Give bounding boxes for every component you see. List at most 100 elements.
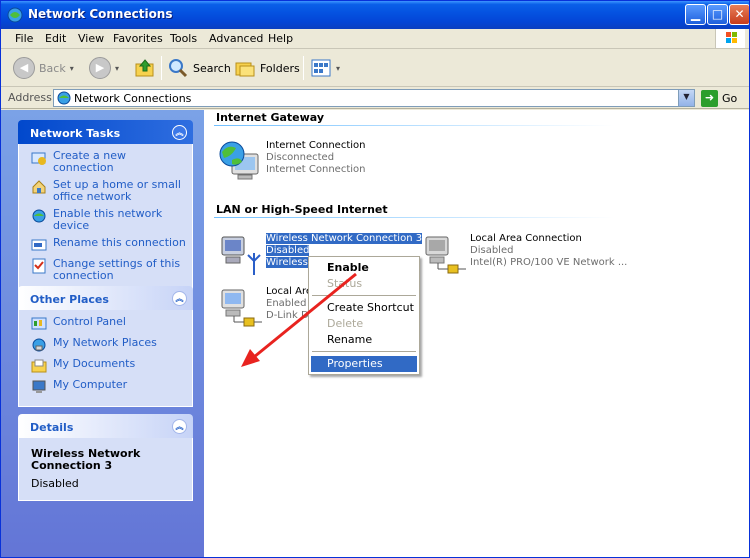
lan-connection-icon [425,236,466,274]
close-icon: ✕ [734,7,745,21]
up-folder-icon [135,59,154,77]
collapse-icon[interactable]: ︽ [172,125,187,140]
control-panel-icon [31,317,47,330]
close-button[interactable]: ✕ [729,4,749,25]
window-title: Network Connections [28,7,173,21]
task-enable-device[interactable]: Enable this network device [31,208,186,232]
toolbar: ◀ Back ▾ ▶ ▾ Search Folders ▾ [1,50,749,87]
connections-view: Internet Gateway Internet Connection Dis… [204,110,749,557]
internet-gateway-icon [219,141,259,180]
details-body: Wireless Network Connection 3 Disabled [18,438,193,501]
network-tasks-panel: Network Tasks ︽ Create a new connection [18,120,193,294]
back-arrow-icon: ◀ [13,57,35,79]
network-globe-icon [57,91,71,105]
place-my-computer[interactable]: My Computer [31,379,186,395]
search-label: Search [193,61,231,75]
details-header[interactable]: Details ︽ [18,414,193,438]
settings-checklist-icon [32,258,46,274]
connection-local-area-2[interactable]: Local Are Enabled D-Link DF [218,286,314,330]
windows-logo [715,29,745,48]
details-connection-status: Disabled [31,477,79,490]
task-home-network[interactable]: Set up a home or small office network [31,179,186,203]
back-button[interactable]: ◀ Back ▾ [13,54,74,82]
folders-button[interactable]: Folders [234,54,300,82]
address-input[interactable]: Network Connections ▼ [53,89,695,107]
title-bar[interactable]: Network Connections ▁ □ ✕ [1,1,749,29]
ctx-create-shortcut[interactable]: Create Shortcut [311,300,417,316]
connection-internet[interactable]: Internet Connection Disconnected Interne… [218,140,365,184]
views-button[interactable]: ▾ [310,54,340,82]
network-connections-icon [7,7,23,23]
connection-local-area[interactable]: Local Area Connection Disabled Intel(R) … [422,233,627,277]
menu-file[interactable]: File [11,31,37,46]
address-value: Network Connections [74,92,192,105]
context-menu: Enable Status Create Shortcut Delete Ren… [308,256,420,375]
go-button[interactable]: ➜ Go [701,89,737,107]
chevron-down-icon: ▾ [69,63,74,73]
up-folder-button[interactable] [134,54,156,82]
wireless-connection-icon [221,236,261,275]
forward-button[interactable]: ▶ ▾ [89,54,119,82]
menu-tools[interactable]: Tools [166,31,201,46]
menu-favorites[interactable]: Favorites [109,31,167,46]
task-change-settings[interactable]: Change settings of this connection [31,258,186,282]
address-label: Address [8,91,52,104]
menu-advanced[interactable]: Advanced [205,31,267,46]
details-connection-name: Wireless Network Connection 3 [31,447,141,472]
address-bar: Address Network Connections ▼ ➜ Go [1,87,749,109]
ctx-enable[interactable]: Enable [311,260,417,276]
lan-connection-enabled-icon [221,289,262,327]
chevron-down-icon: ▼ [683,92,690,101]
collapse-icon[interactable]: ︽ [172,291,187,306]
network-tasks-header[interactable]: Network Tasks ︽ [18,120,193,144]
place-my-network-places[interactable]: My Network Places [31,337,186,353]
views-icon [311,59,331,77]
menu-view[interactable]: View [74,31,108,46]
search-button[interactable]: Search [167,54,231,82]
documents-folder-icon [31,359,47,373]
chevron-down-icon: ▾ [115,63,120,73]
menu-help[interactable]: Help [264,31,297,46]
home-network-icon [32,180,46,194]
computer-icon [32,380,46,393]
rename-icon [31,239,47,251]
other-places-header[interactable]: Other Places ︽ [18,286,193,310]
address-dropdown-button[interactable]: ▼ [678,90,694,106]
ctx-rename[interactable]: Rename [311,332,417,348]
back-label: Back [39,61,66,75]
other-places-panel: Other Places ︽ Control Panel My Network … [18,286,193,407]
connection-internet-text: Internet Connection Disconnected Interne… [266,140,366,175]
ctx-properties[interactable]: Properties [311,356,417,372]
minimize-icon: ▁ [690,7,701,21]
new-connection-icon [31,152,46,165]
other-places-body: Control Panel My Network Places My Docum… [18,310,193,407]
go-label: Go [722,91,738,105]
task-rename-connection[interactable]: Rename this connection [31,237,186,253]
connection-local-area-text: Local Area Connection Disabled Intel(R) … [470,233,628,268]
ctx-delete: Delete [327,317,364,330]
chevron-down-icon: ▾ [336,63,341,73]
menu-edit[interactable]: Edit [41,31,70,46]
folders-label: Folders [260,61,300,75]
maximize-button[interactable]: □ [707,4,728,25]
folders-icon [235,62,255,77]
other-places-title: Other Places [30,293,109,306]
place-control-panel[interactable]: Control Panel [31,316,186,332]
go-arrow-icon: ➜ [701,89,718,107]
search-icon [169,59,188,78]
minimize-button[interactable]: ▁ [685,4,706,25]
task-create-connection[interactable]: Create a new connection [31,150,186,174]
network-tasks-body: Create a new connection Set up a home or… [18,144,193,294]
place-my-documents[interactable]: My Documents [31,358,186,374]
enable-device-icon [32,209,46,223]
menu-bar: File Edit View Favorites Tools Advanced … [1,29,749,49]
collapse-icon[interactable]: ︽ [172,419,187,434]
network-tasks-title: Network Tasks [30,127,121,140]
forward-arrow-icon: ▶ [89,57,111,79]
network-places-icon [32,338,46,352]
group-header-gateway: Internet Gateway [216,111,325,124]
windows-flag-icon [726,32,737,43]
ctx-status: Status [327,277,363,290]
details-panel: Details ︽ Wireless Network Connection 3 … [18,414,193,501]
task-pane: Network Tasks ︽ Create a new connection [1,110,204,557]
